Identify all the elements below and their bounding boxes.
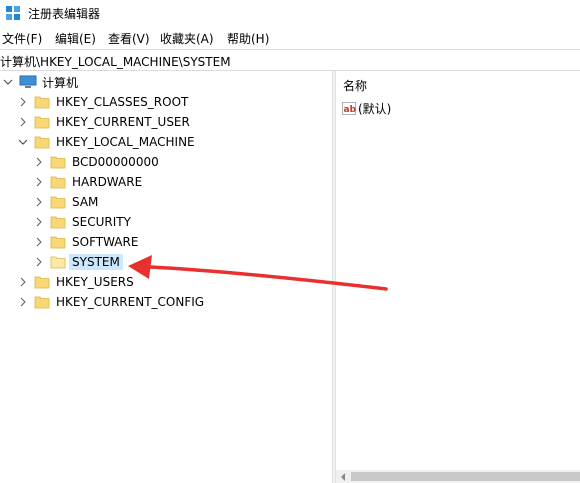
title-bar: 注册表编辑器 <box>0 0 580 26</box>
tree-node-label: SYSTEM <box>69 254 123 270</box>
scroll-left-button[interactable] <box>336 470 349 483</box>
registry-editor-icon <box>6 6 20 20</box>
tree-node-label: SAM <box>72 195 99 209</box>
tree-node-label: 计算机 <box>42 75 79 90</box>
folder-icon <box>34 276 50 289</box>
tree-node-hkcr[interactable]: HKEY_CLASSES_ROOT <box>18 92 188 112</box>
tree-node-hkcc[interactable]: HKEY_CURRENT_CONFIG <box>18 292 204 312</box>
tree-node-hklm[interactable]: HKEY_LOCAL_MACHINE <box>18 132 195 152</box>
folder-icon <box>50 216 66 229</box>
tree-node-label: HKEY_LOCAL_MACHINE <box>56 135 195 149</box>
tree-pane[interactable]: 计算机 HKEY_CLASSES_ROOT HKEY_CURRENT_USER … <box>0 71 332 483</box>
chevron-down-icon[interactable] <box>18 137 28 147</box>
chevron-right-icon[interactable] <box>34 157 44 167</box>
tree-node-bcd[interactable]: BCD00000000 <box>34 152 159 172</box>
tree-node-label: HKEY_CLASSES_ROOT <box>56 95 189 109</box>
chevron-down-icon[interactable] <box>3 77 13 87</box>
folder-icon <box>34 96 50 109</box>
menu-help[interactable]: 帮助(H) <box>227 30 269 47</box>
menu-favorites[interactable]: 收藏夹(A) <box>160 30 214 47</box>
column-header-name[interactable]: 名称 <box>343 77 367 94</box>
folder-icon <box>50 176 66 189</box>
tree-node-label: HARDWARE <box>72 175 143 189</box>
chevron-right-icon[interactable] <box>18 117 28 127</box>
tree-node-hku[interactable]: HKEY_USERS <box>18 272 134 292</box>
tree-node-label: SOFTWARE <box>72 235 139 249</box>
tree-node-label: SECURITY <box>72 215 131 229</box>
horizontal-scrollbar[interactable] <box>336 470 580 483</box>
chevron-right-icon[interactable] <box>18 277 28 287</box>
chevron-left-icon <box>340 472 345 481</box>
chevron-right-icon[interactable] <box>34 237 44 247</box>
chevron-right-icon[interactable] <box>34 257 44 267</box>
svg-text:ab: ab <box>344 105 357 115</box>
chevron-right-icon[interactable] <box>18 297 28 307</box>
list-item[interactable]: ab (默认) <box>342 100 391 116</box>
chevron-right-icon[interactable] <box>34 197 44 207</box>
computer-icon <box>19 75 37 88</box>
folder-icon <box>34 296 50 309</box>
tree-node-software[interactable]: SOFTWARE <box>34 232 138 252</box>
scroll-thumb[interactable] <box>351 472 580 481</box>
tree-node-hkcu[interactable]: HKEY_CURRENT_USER <box>18 112 190 132</box>
address-bar[interactable]: 计算机\HKEY_LOCAL_MACHINE\SYSTEM <box>0 49 580 71</box>
chevron-right-icon[interactable] <box>34 177 44 187</box>
menu-edit[interactable]: 编辑(E) <box>55 30 96 47</box>
folder-open-icon <box>50 256 66 269</box>
tree-node-label: HKEY_CURRENT_CONFIG <box>56 295 205 309</box>
tree-node-label: HKEY_USERS <box>56 275 134 289</box>
window-title: 注册表编辑器 <box>28 7 101 21</box>
menu-file[interactable]: 文件(F) <box>2 30 42 47</box>
tree-node-label: HKEY_CURRENT_USER <box>56 115 190 129</box>
menu-view[interactable]: 查看(V) <box>108 30 150 47</box>
folder-icon <box>50 156 66 169</box>
folder-icon <box>50 236 66 249</box>
tree-node-computer[interactable]: 计算机 <box>3 72 78 92</box>
tree-node-sam[interactable]: SAM <box>34 192 98 212</box>
tree-node-hardware[interactable]: HARDWARE <box>34 172 142 192</box>
tree-node-security[interactable]: SECURITY <box>34 212 131 232</box>
value-name: (默认) <box>358 101 392 116</box>
folder-icon <box>50 196 66 209</box>
folder-icon <box>34 116 50 129</box>
reg-string-icon: ab <box>342 101 357 115</box>
folder-open-icon <box>34 136 50 149</box>
address-path[interactable]: 计算机\HKEY_LOCAL_MACHINE\SYSTEM <box>0 53 231 70</box>
values-pane[interactable]: 名称 ab (默认) <box>336 71 580 483</box>
tree-node-label: BCD00000000 <box>72 155 159 169</box>
chevron-right-icon[interactable] <box>34 217 44 227</box>
chevron-right-icon[interactable] <box>18 97 28 107</box>
menu-bar: 文件(F) 编辑(E) 查看(V) 收藏夹(A) 帮助(H) <box>0 28 580 48</box>
tree-node-system[interactable]: SYSTEM <box>34 252 123 272</box>
